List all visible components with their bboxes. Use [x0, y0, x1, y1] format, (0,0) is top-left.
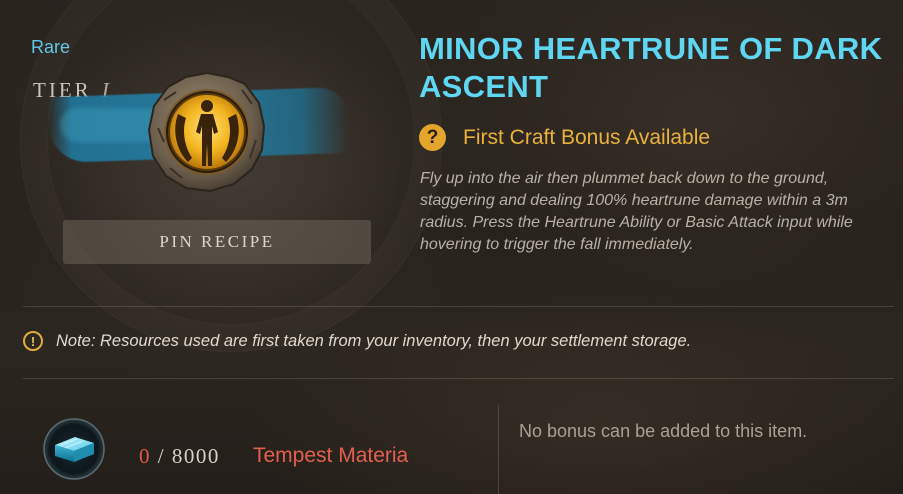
- item-title: MINOR HEARTRUNE OF DARK ASCENT: [419, 31, 883, 104]
- first-craft-bonus: ? First Craft Bonus Available: [419, 124, 710, 151]
- first-craft-bonus-text: First Craft Bonus Available: [463, 125, 711, 149]
- question-mark-icon[interactable]: ?: [419, 124, 446, 151]
- resource-have: 0: [139, 444, 151, 468]
- item-description: Fly up into the air then plummet back do…: [420, 170, 853, 253]
- rarity-label: Rare: [31, 37, 71, 57]
- divider-top: [23, 306, 894, 307]
- heartrune-dark-ascent-icon: [147, 71, 266, 193]
- resource-separator: /: [157, 444, 166, 468]
- resource-note-text: Note: Resources used are first taken fro…: [56, 331, 692, 350]
- exclamation-icon: !: [23, 331, 43, 351]
- no-bonus-text: No bonus can be added to this item.: [519, 421, 808, 441]
- divider-vertical: [498, 405, 499, 494]
- resource-note: ! Note: Resources used are first taken f…: [23, 331, 691, 351]
- tempest-materia-icon[interactable]: [43, 418, 105, 480]
- crafting-recipe-panel: Rare TIER I PIN RECIPE MINOR HEARTRUNE O…: [0, 0, 903, 494]
- resource-need: 8000: [171, 444, 220, 468]
- divider-bottom: [23, 378, 894, 379]
- resource-name: Tempest Materia: [253, 444, 409, 467]
- resource-count: 0 / 8000: [139, 444, 220, 469]
- pin-recipe-button[interactable]: PIN RECIPE: [63, 220, 371, 264]
